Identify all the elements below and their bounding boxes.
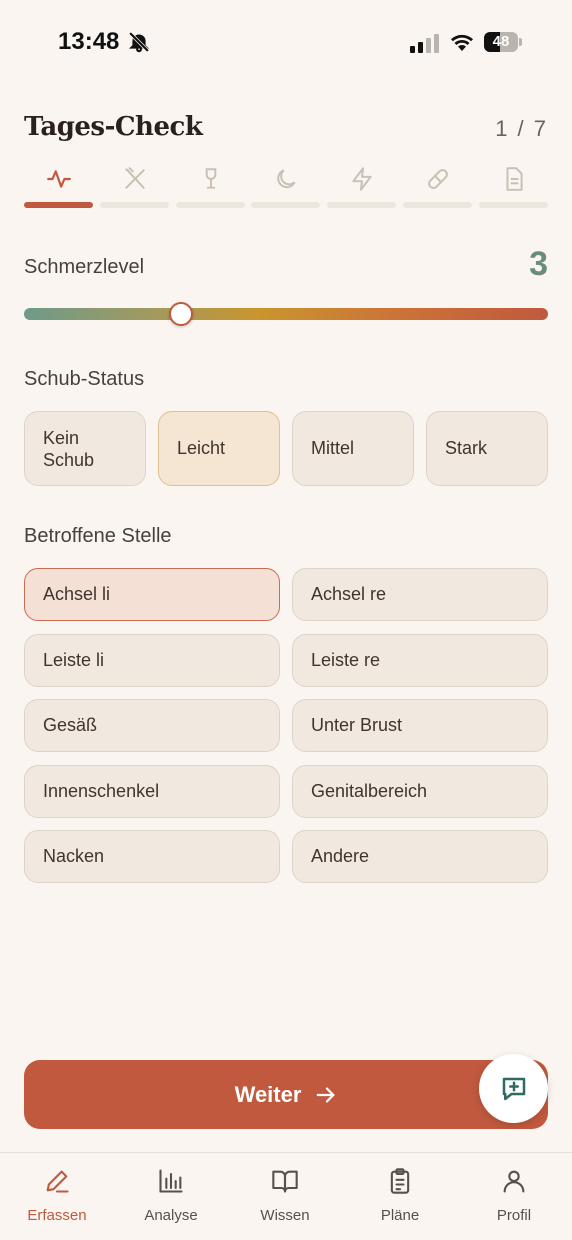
- tab-label: Wissen: [260, 1207, 310, 1224]
- wifi-icon: [451, 34, 473, 51]
- flare-option-leicht[interactable]: Leicht: [158, 411, 280, 486]
- flare-option-kein-schub[interactable]: Kein Schub: [24, 411, 146, 486]
- moon-icon: [277, 169, 296, 189]
- page-title: Tages-Check: [24, 112, 203, 142]
- area-option-unter-brust[interactable]: Unter Brust: [292, 699, 548, 752]
- battery-indicator: 48: [484, 32, 522, 52]
- battery-percentage: 48: [492, 33, 510, 50]
- area-option-leiste-li[interactable]: Leiste li: [24, 634, 280, 687]
- bar-chart-icon: [159, 1169, 183, 1193]
- pain-slider-thumb[interactable]: [169, 302, 194, 326]
- pain-level-value: 3: [529, 245, 548, 283]
- step-progress: [24, 160, 548, 210]
- affected-area-label: Betroffene Stelle: [24, 525, 172, 547]
- area-option-achsel-li[interactable]: Achsel li: [24, 568, 280, 621]
- tab-label: Pläne: [380, 1207, 420, 1224]
- continue-button[interactable]: Weiter: [24, 1060, 548, 1129]
- bottom-tab-bar: Erfassen Analyse Wissen Pläne Profil: [0, 1152, 572, 1240]
- continue-button-label: Weiter: [234, 1081, 302, 1107]
- document-icon: [506, 167, 523, 191]
- wine-glass-icon: [205, 168, 217, 189]
- tab-erfassen[interactable]: Erfassen: [0, 1153, 114, 1240]
- area-option-innenschenkel[interactable]: Innenschenkel: [24, 765, 280, 818]
- book-icon: [272, 1170, 298, 1193]
- clipboard-icon: [390, 1168, 410, 1194]
- arrow-right-icon: [317, 1086, 335, 1103]
- tab-label: Erfassen: [27, 1207, 87, 1224]
- step-sleep[interactable]: [251, 160, 320, 210]
- activity-icon: [47, 170, 71, 188]
- area-option-nacken[interactable]: Nacken: [24, 830, 280, 883]
- pill-icon: [428, 169, 448, 189]
- lightning-icon: [352, 167, 372, 191]
- step-drink[interactable]: [176, 160, 245, 210]
- flare-option-stark[interactable]: Stark: [426, 411, 548, 486]
- flare-status-label: Schub-Status: [24, 368, 145, 390]
- area-option-andere[interactable]: Andere: [292, 830, 548, 883]
- status-time: 13:48: [58, 28, 120, 55]
- step-notes[interactable]: [479, 160, 548, 210]
- tab-profil[interactable]: Profil: [457, 1153, 571, 1240]
- tab-label: Profil: [496, 1207, 532, 1224]
- utensils-icon: [125, 167, 145, 189]
- step-energy[interactable]: [327, 160, 396, 210]
- area-option-achsel-re[interactable]: Achsel re: [292, 568, 548, 621]
- step-activity[interactable]: [24, 160, 93, 210]
- pencil-icon: [46, 1170, 69, 1193]
- tab-label: Analyse: [144, 1207, 198, 1224]
- bell-muted-icon: [128, 31, 150, 53]
- area-option-genitalbereich[interactable]: Genitalbereich: [292, 765, 548, 818]
- add-note-fab[interactable]: [479, 1054, 548, 1123]
- pain-slider-track[interactable]: [24, 308, 548, 320]
- flare-option-mittel[interactable]: Mittel: [292, 411, 414, 486]
- tab-wissen[interactable]: Wissen: [228, 1153, 342, 1240]
- step-medication[interactable]: [403, 160, 472, 210]
- user-icon: [503, 1170, 525, 1193]
- step-food[interactable]: [100, 160, 169, 210]
- pain-level-label: Schmerzlevel: [24, 256, 145, 278]
- tab-analyse[interactable]: Analyse: [114, 1153, 228, 1240]
- message-plus-icon: [502, 1077, 525, 1100]
- step-counter: 1 / 7: [495, 116, 548, 141]
- signal-icon: [410, 34, 439, 53]
- status-bar: 13:48 48: [0, 0, 572, 84]
- area-option-leiste-re[interactable]: Leiste re: [292, 634, 548, 687]
- tab-plaene[interactable]: Pläne: [343, 1153, 457, 1240]
- area-option-gesaess[interactable]: Gesäß: [24, 699, 280, 752]
